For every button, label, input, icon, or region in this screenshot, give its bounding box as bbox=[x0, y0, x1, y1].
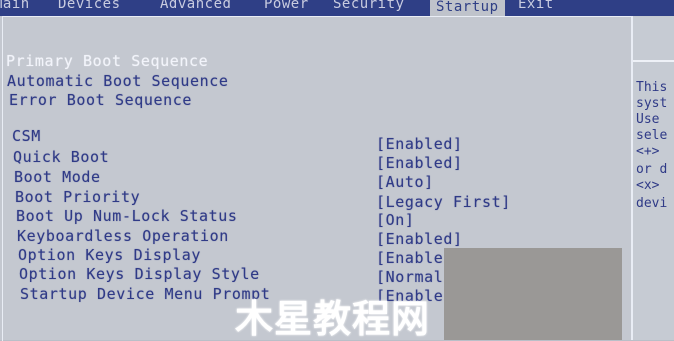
setting-value-csm[interactable]: [Enabled] bbox=[376, 135, 463, 153]
setting-label-keyboardless[interactable]: Keyboardless Operation bbox=[17, 227, 229, 245]
setting-label-option-keys-display[interactable]: Option Keys Display bbox=[18, 246, 201, 264]
help-line: This bbox=[636, 80, 668, 95]
automatic-boot-sequence[interactable]: Automatic Boot Sequence bbox=[7, 72, 229, 90]
setting-value-quick-boot[interactable]: [Enabled] bbox=[376, 154, 463, 172]
tab-exit[interactable]: Exit bbox=[518, 0, 554, 12]
setting-label-startup-device-prompt[interactable]: Startup Device Menu Prompt bbox=[20, 285, 270, 303]
primary-boot-sequence[interactable]: Primary Boot Sequence bbox=[6, 52, 208, 70]
setting-value-option-keys-display[interactable]: [Enable bbox=[376, 249, 443, 267]
help-line: Use bbox=[636, 112, 660, 127]
setting-value-keyboardless[interactable]: [Enabled] bbox=[376, 230, 463, 248]
setting-value-numlock[interactable]: [On] bbox=[376, 211, 415, 229]
tab-main[interactable]: Main bbox=[0, 0, 30, 12]
help-line: devi bbox=[636, 196, 668, 211]
tab-devices[interactable]: Devices bbox=[58, 0, 121, 12]
setting-label-option-keys-style[interactable]: Option Keys Display Style bbox=[19, 265, 260, 283]
help-divider bbox=[633, 60, 674, 62]
watermark: 木星教程网 bbox=[235, 297, 431, 341]
setting-label-boot-mode[interactable]: Boot Mode bbox=[14, 168, 101, 186]
error-boot-sequence[interactable]: Error Boot Sequence bbox=[9, 91, 192, 109]
help-line: or d bbox=[636, 162, 668, 177]
setting-value-option-keys-style[interactable]: [Normal bbox=[376, 268, 443, 286]
tab-power[interactable]: Power bbox=[264, 0, 309, 12]
tab-security[interactable]: Security bbox=[333, 0, 404, 12]
setting-value-boot-mode[interactable]: [Auto] bbox=[376, 173, 434, 191]
tab-startup[interactable]: Startup bbox=[430, 0, 505, 16]
setting-label-quick-boot[interactable]: Quick Boot bbox=[13, 148, 109, 166]
setting-label-boot-priority[interactable]: Boot Priority bbox=[15, 188, 140, 206]
help-line: <x> bbox=[636, 178, 660, 193]
bios-screen: Main Devices Advanced Power Security Sta… bbox=[0, 0, 674, 341]
setting-label-numlock[interactable]: Boot Up Num-Lock Status bbox=[16, 207, 238, 225]
help-line: syst bbox=[636, 96, 668, 111]
menu-bar: Main Devices Advanced Power Security Sta… bbox=[0, 0, 674, 16]
help-panel: This syst Use sele <+> or d <x> devi bbox=[631, 16, 674, 340]
setting-label-csm[interactable]: CSM bbox=[12, 127, 41, 145]
redaction-block bbox=[444, 248, 622, 340]
help-line: <+> bbox=[636, 144, 660, 159]
help-line: sele bbox=[636, 128, 668, 143]
setting-value-boot-priority[interactable]: [Legacy First] bbox=[376, 193, 511, 211]
tab-advanced[interactable]: Advanced bbox=[160, 0, 231, 12]
